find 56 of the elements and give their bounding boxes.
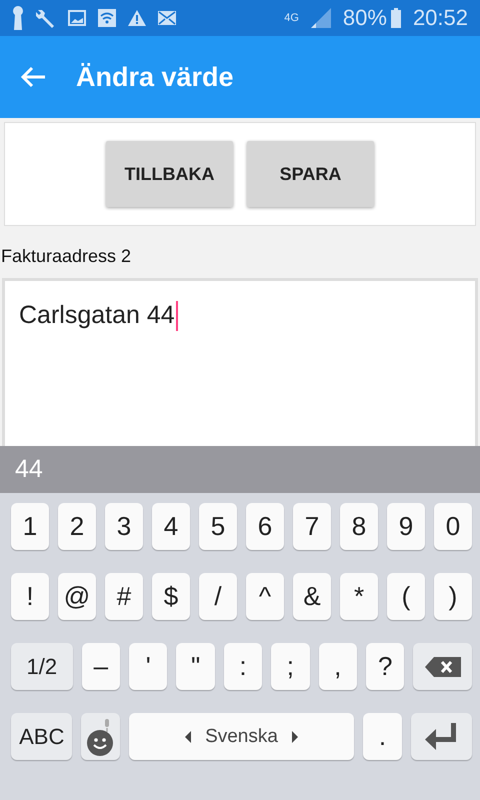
- backspace-key[interactable]: [413, 643, 472, 690]
- key[interactable]: :: [224, 643, 262, 690]
- save-button[interactable]: SPARA: [247, 141, 374, 207]
- backspace-icon: [424, 656, 461, 676]
- key[interactable]: $: [152, 573, 190, 620]
- left-arrow-icon: [185, 730, 192, 742]
- page-title: Ändra värde: [76, 62, 234, 92]
- warning-icon: [128, 10, 146, 26]
- key[interactable]: .: [363, 713, 402, 760]
- clock: 20:52: [412, 5, 468, 31]
- key[interactable]: ^: [246, 573, 284, 620]
- back-button[interactable]: TILLBAKA: [106, 141, 233, 207]
- keyhole-icon: [12, 6, 24, 30]
- space-key[interactable]: Svenska: [128, 713, 354, 760]
- key[interactable]: ): [434, 573, 472, 620]
- key[interactable]: @: [58, 573, 96, 620]
- key[interactable]: /: [199, 573, 237, 620]
- key[interactable]: 0: [434, 503, 472, 550]
- signal-icon: [310, 8, 331, 28]
- key[interactable]: 1/2: [11, 643, 73, 690]
- key[interactable]: ABC: [11, 713, 72, 760]
- key[interactable]: 8: [340, 503, 378, 550]
- key[interactable]: ': [129, 643, 168, 690]
- network-type: 4G: [284, 12, 299, 24]
- key[interactable]: 1: [11, 503, 49, 550]
- text-input[interactable]: Carlsgatan 44: [2, 278, 478, 446]
- key[interactable]: 9: [387, 503, 425, 550]
- image-icon: [68, 10, 86, 26]
- key[interactable]: #: [105, 573, 143, 620]
- key[interactable]: (: [387, 573, 425, 620]
- emoji-key[interactable]: [81, 713, 120, 760]
- key[interactable]: 2: [58, 503, 96, 550]
- key[interactable]: 4: [152, 503, 190, 550]
- key[interactable]: –: [82, 643, 120, 690]
- key[interactable]: !: [11, 573, 49, 620]
- battery-percentage: 80%: [342, 5, 387, 31]
- key[interactable]: 7: [293, 503, 331, 550]
- battery-icon: [390, 8, 401, 28]
- key[interactable]: ?: [366, 643, 404, 690]
- smiley-icon: [86, 716, 115, 756]
- wrench-icon: [36, 8, 56, 28]
- enter-key[interactable]: [410, 713, 472, 760]
- key[interactable]: 6: [246, 503, 284, 550]
- mail-icon: [158, 11, 176, 25]
- key[interactable]: 5: [199, 503, 237, 550]
- right-arrow-icon: [292, 730, 298, 742]
- wifi-icon: [98, 9, 116, 27]
- key[interactable]: 3: [105, 503, 143, 550]
- key[interactable]: ,: [318, 643, 357, 690]
- key[interactable]: &: [293, 573, 331, 620]
- enter-icon: [425, 722, 458, 750]
- field-label: Fakturaadress 2: [0, 245, 132, 268]
- key[interactable]: ": [176, 643, 215, 690]
- key[interactable]: *: [340, 573, 378, 620]
- key[interactable]: ;: [271, 643, 310, 690]
- back-arrow-icon[interactable]: [20, 66, 46, 88]
